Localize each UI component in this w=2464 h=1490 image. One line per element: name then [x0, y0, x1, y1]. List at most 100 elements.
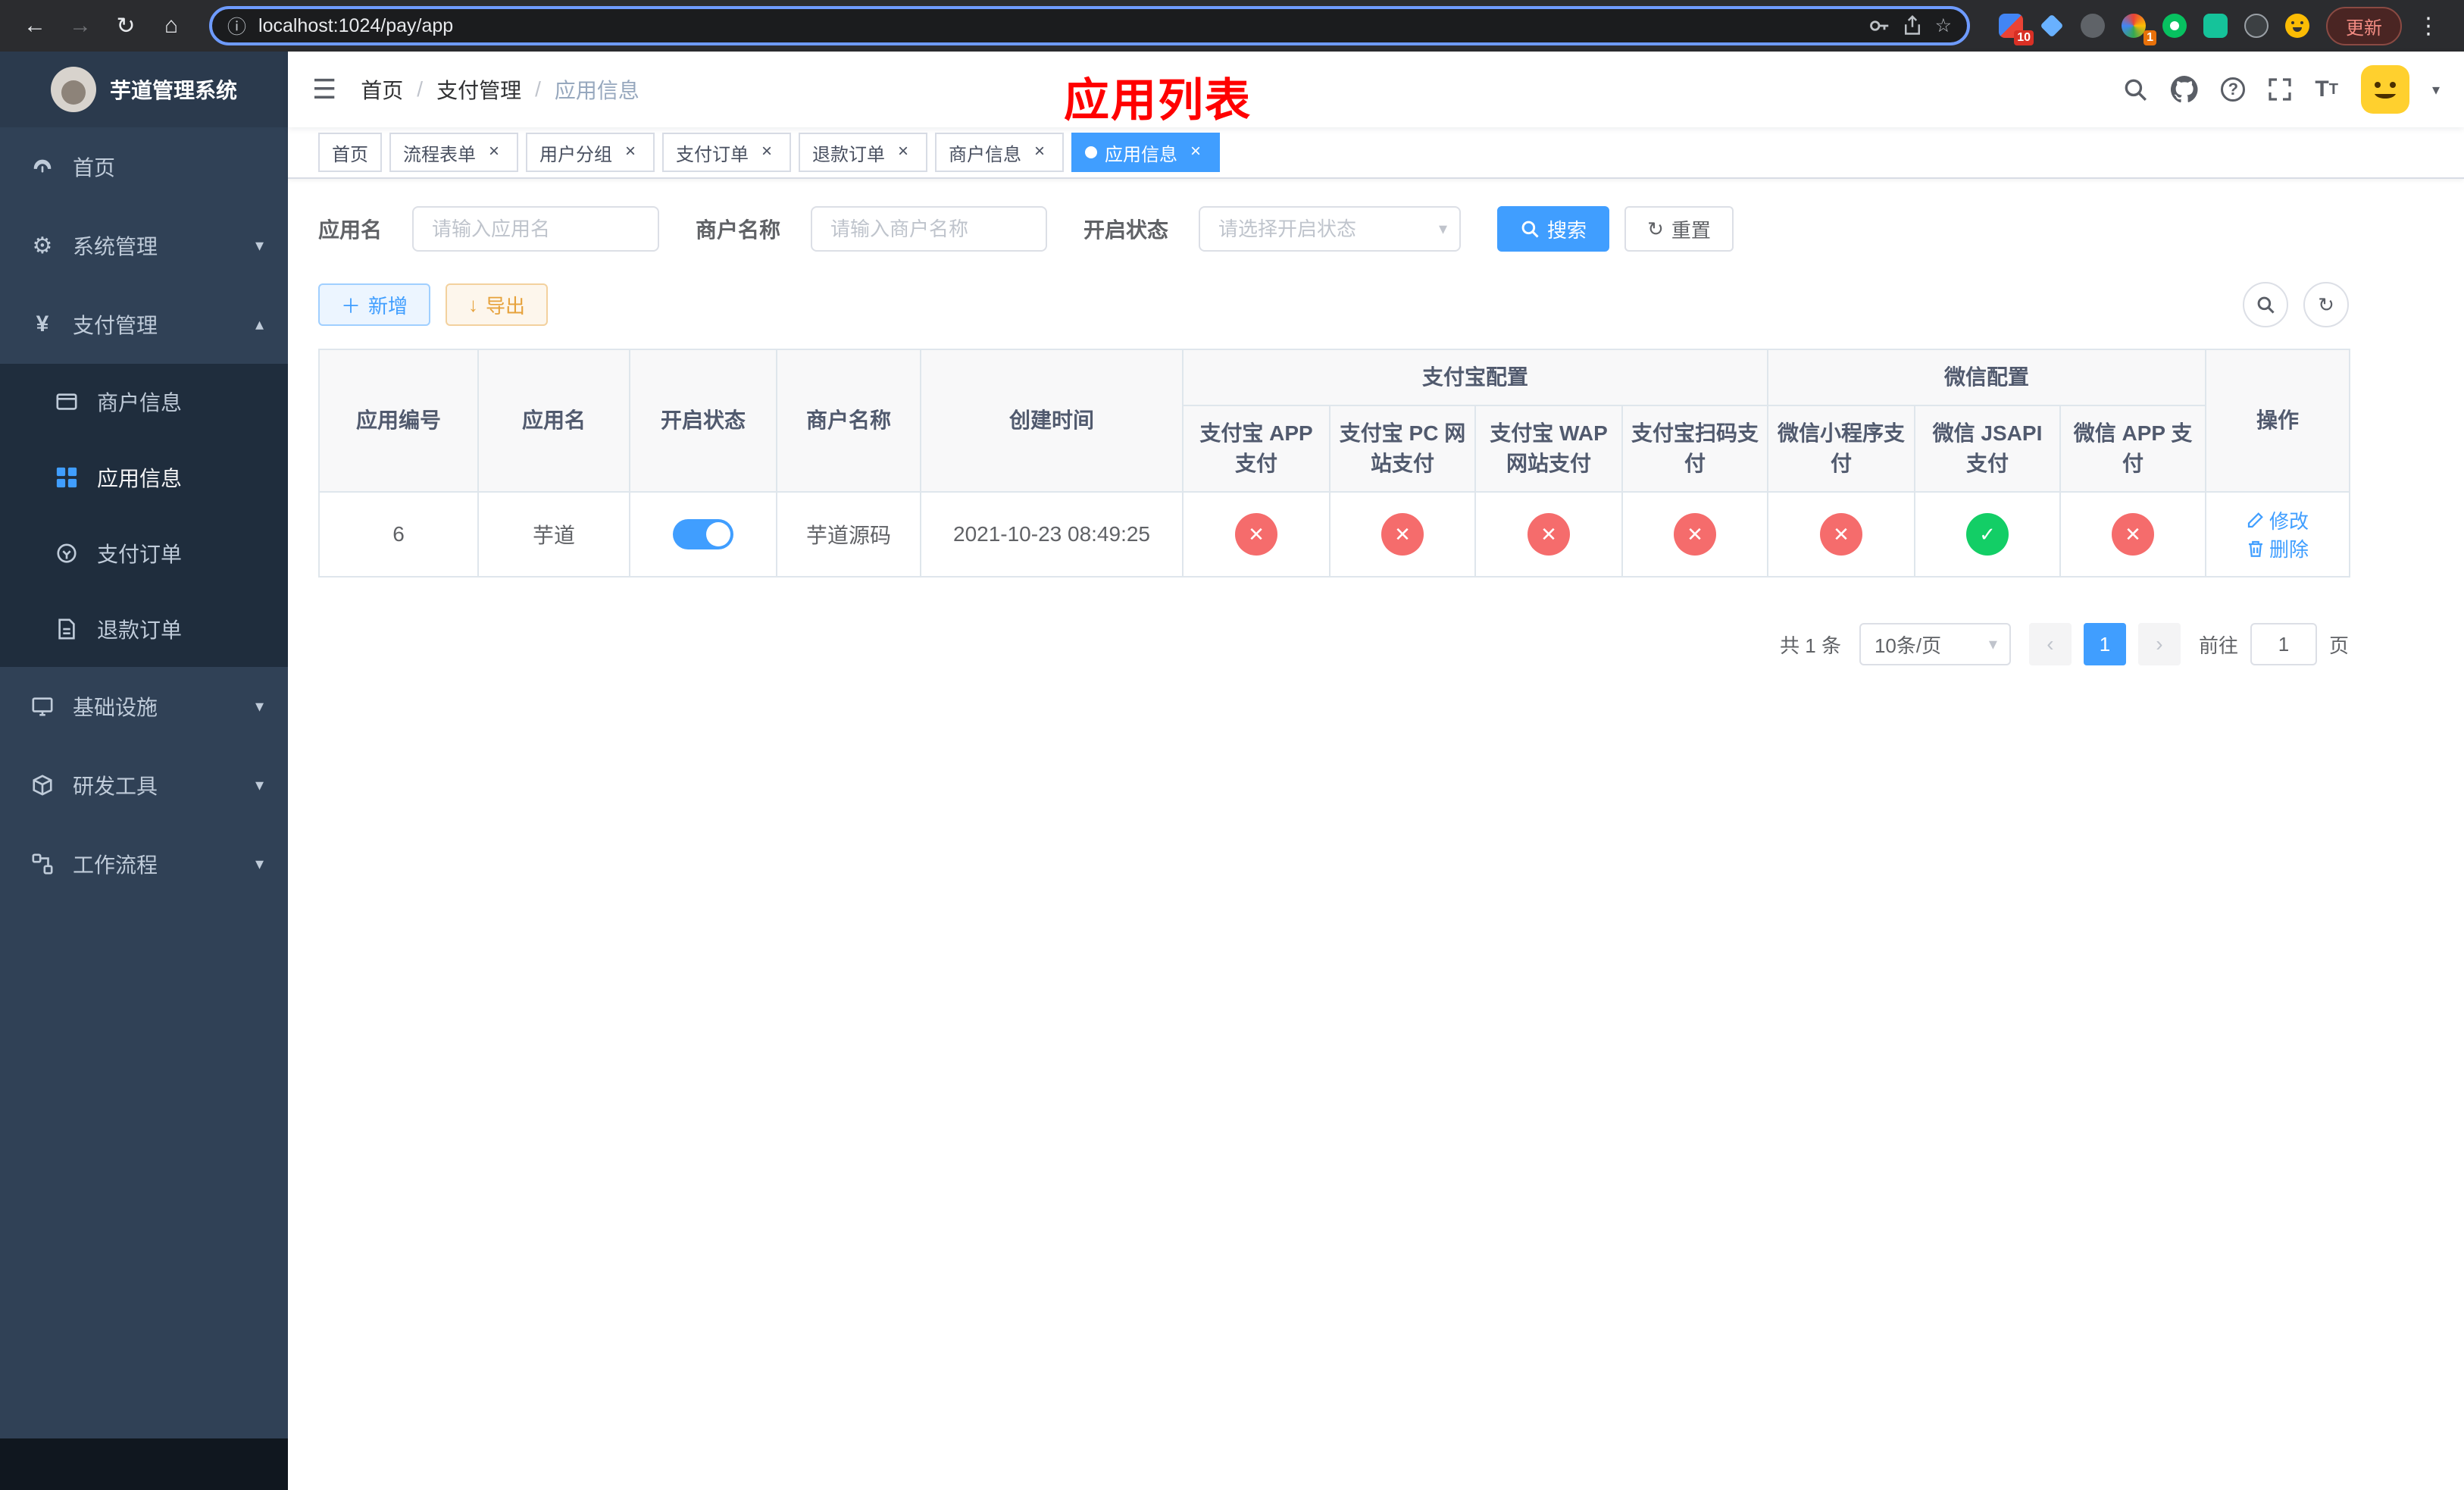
col-group-alipay: 支付宝配置 [1181, 349, 1769, 406]
extension-icon-7[interactable] [2243, 12, 2270, 39]
prev-page-button[interactable]: ‹ [2028, 623, 2072, 665]
search-button[interactable]: 搜索 [1497, 206, 1610, 252]
extension-icon-5[interactable] [2161, 12, 2188, 39]
breadcrumb-home[interactable]: 首页 [361, 74, 403, 105]
extension-icon-6[interactable] [2202, 12, 2229, 39]
wechat-mini-status-icon: ✕ [1820, 513, 1863, 556]
edit-link[interactable]: 修改 [2247, 506, 2309, 534]
sidebar-item-workflow[interactable]: 工作流程 ▾ [0, 825, 288, 903]
sidebar-item-merchant-info[interactable]: 商户信息 [0, 364, 288, 440]
app-name-label: 应用名 [318, 218, 383, 242]
sidebar: 芋道管理系统 首页 ⚙ 系统管理 ▾ ¥ 支付管理 ▴ 商户信息 应用信息 支付… [0, 52, 288, 1490]
home-icon[interactable]: ⌂ [152, 6, 191, 45]
tab-label: 支付订单 [676, 144, 749, 165]
add-button[interactable]: ＋ 新增 [318, 283, 431, 326]
tab-home[interactable]: 首页 [318, 133, 382, 172]
close-icon[interactable]: × [483, 142, 505, 163]
breadcrumb: 首页 / 支付管理 / 应用信息 [361, 74, 639, 105]
tab-process-form[interactable]: 流程表单 × [389, 133, 518, 172]
document-icon [55, 618, 79, 640]
font-size-icon[interactable]: TT [2315, 77, 2338, 102]
col-alipay-wap: 支付宝 WAP 网站支付 [1474, 405, 1623, 493]
extension-icon-1[interactable]: 10 [1997, 12, 2034, 45]
delete-link-label: 删除 [2269, 538, 2309, 561]
col-created-at: 创建时间 [920, 349, 1184, 493]
tab-app-info[interactable]: 应用信息 × [1071, 133, 1220, 172]
close-icon[interactable]: × [620, 142, 641, 163]
sidebar-item-payment[interactable]: ¥ 支付管理 ▴ [0, 285, 288, 364]
bookmark-star-icon[interactable]: ☆ [1935, 14, 1952, 37]
share-icon[interactable] [1902, 15, 1923, 36]
address-bar[interactable]: ⓘ localhost:1024/pay/app ☆ [209, 6, 1970, 45]
merchant-name-input[interactable] [811, 206, 1048, 252]
col-wechat-mini: 微信小程序支付 [1767, 405, 1916, 493]
col-group-wechat: 微信配置 [1767, 349, 2207, 406]
user-avatar[interactable] [2360, 65, 2409, 114]
next-page-button[interactable]: › [2137, 623, 2181, 665]
close-icon[interactable]: × [1185, 142, 1206, 163]
search-icon [2257, 296, 2275, 314]
sidebar-item-label: 工作流程 [73, 853, 158, 877]
toggle-search-button[interactable] [2243, 282, 2288, 327]
forward-icon[interactable]: → [61, 6, 100, 45]
github-icon[interactable] [2171, 76, 2198, 103]
back-icon[interactable]: ← [15, 6, 55, 45]
hamburger-icon[interactable]: ☰ [312, 74, 336, 105]
box-icon [30, 774, 55, 797]
edit-link-label: 修改 [2269, 509, 2309, 533]
sidebar-item-app-info[interactable]: 应用信息 [0, 440, 288, 515]
browser-menu-icon[interactable]: ⋮ [2408, 13, 2449, 39]
export-button[interactable]: ↓ 导出 [446, 283, 549, 326]
dashboard-icon [30, 155, 55, 178]
search-icon[interactable] [2122, 77, 2148, 102]
col-wechat-app: 微信 APP 支付 [2059, 405, 2207, 493]
tab-merchant-info[interactable]: 商户信息 × [935, 133, 1064, 172]
profile-avatar[interactable] [2284, 12, 2311, 39]
cell-actions: 修改 删除 [2205, 491, 2351, 578]
site-info-icon[interactable]: ⓘ [227, 12, 246, 39]
close-icon[interactable]: × [756, 142, 777, 163]
tab-user-group[interactable]: 用户分组 × [526, 133, 655, 172]
close-icon[interactable]: × [893, 142, 914, 163]
sidebar-item-pay-order[interactable]: 支付订单 [0, 515, 288, 591]
goto-page-input[interactable] [2250, 623, 2317, 665]
extension-icon-4[interactable]: 1 [2120, 12, 2156, 45]
grid-icon [55, 466, 79, 489]
tab-refund-order[interactable]: 退款订单 × [799, 133, 927, 172]
page-size-select[interactable]: 10条/页 ▾ [1859, 623, 2011, 665]
tab-pay-order[interactable]: 支付订单 × [662, 133, 791, 172]
url-text[interactable]: localhost:1024/pay/app [258, 15, 1856, 37]
reset-button[interactable]: ↻ 重置 [1624, 206, 1734, 252]
sidebar-item-devtools[interactable]: 研发工具 ▾ [0, 746, 288, 825]
fullscreen-icon[interactable] [2268, 77, 2292, 102]
help-icon[interactable]: ? [2221, 77, 2246, 102]
page-number-button[interactable]: 1 [2083, 623, 2126, 665]
top-navbar: ☰ 首页 / 支付管理 / 应用信息 应用列表 ? T T ▾ [288, 52, 2464, 127]
sidebar-item-home[interactable]: 首页 [0, 127, 288, 206]
active-tab-dot [1085, 146, 1097, 158]
app-table: 应用编号 应用名 开启状态 商户名称 创建时间 支付宝配置 微信配置 操作 支付… [318, 349, 2351, 578]
status-select[interactable] [1199, 206, 1462, 252]
refresh-icon: ↻ [1647, 217, 1664, 240]
col-wechat-jsapi: 微信 JSAPI 支付 [1914, 405, 2062, 493]
sidebar-item-infrastructure[interactable]: 基础设施 ▾ [0, 667, 288, 746]
extension-icon-2[interactable] [2038, 12, 2065, 39]
close-icon[interactable]: × [1029, 142, 1050, 163]
browser-update-button[interactable]: 更新 [2326, 6, 2402, 45]
sidebar-item-system[interactable]: ⚙ 系统管理 ▾ [0, 206, 288, 285]
extension-icon-3[interactable] [2079, 12, 2106, 39]
app-name-input[interactable] [412, 206, 660, 252]
search-form: 应用名 商户名称 开启状态 ▾ [318, 206, 2349, 252]
password-key-icon[interactable] [1868, 15, 1890, 36]
export-button-label: 导出 [486, 294, 526, 318]
caret-down-icon[interactable]: ▾ [2432, 80, 2440, 99]
screen: ← → ↻ ⌂ ⓘ localhost:1024/pay/app ☆ 10 1 [0, 0, 2464, 1490]
sidebar-item-label: 应用信息 [97, 467, 183, 490]
breadcrumb-payment[interactable]: 支付管理 [436, 74, 521, 105]
refresh-table-button[interactable]: ↻ [2303, 282, 2349, 327]
status-toggle[interactable] [673, 519, 733, 549]
delete-link[interactable]: 删除 [2247, 534, 2309, 562]
reload-icon[interactable]: ↻ [106, 6, 145, 45]
navbar-actions: ? TT ▾ [2122, 65, 2440, 114]
sidebar-item-refund-order[interactable]: 退款订单 [0, 591, 288, 667]
